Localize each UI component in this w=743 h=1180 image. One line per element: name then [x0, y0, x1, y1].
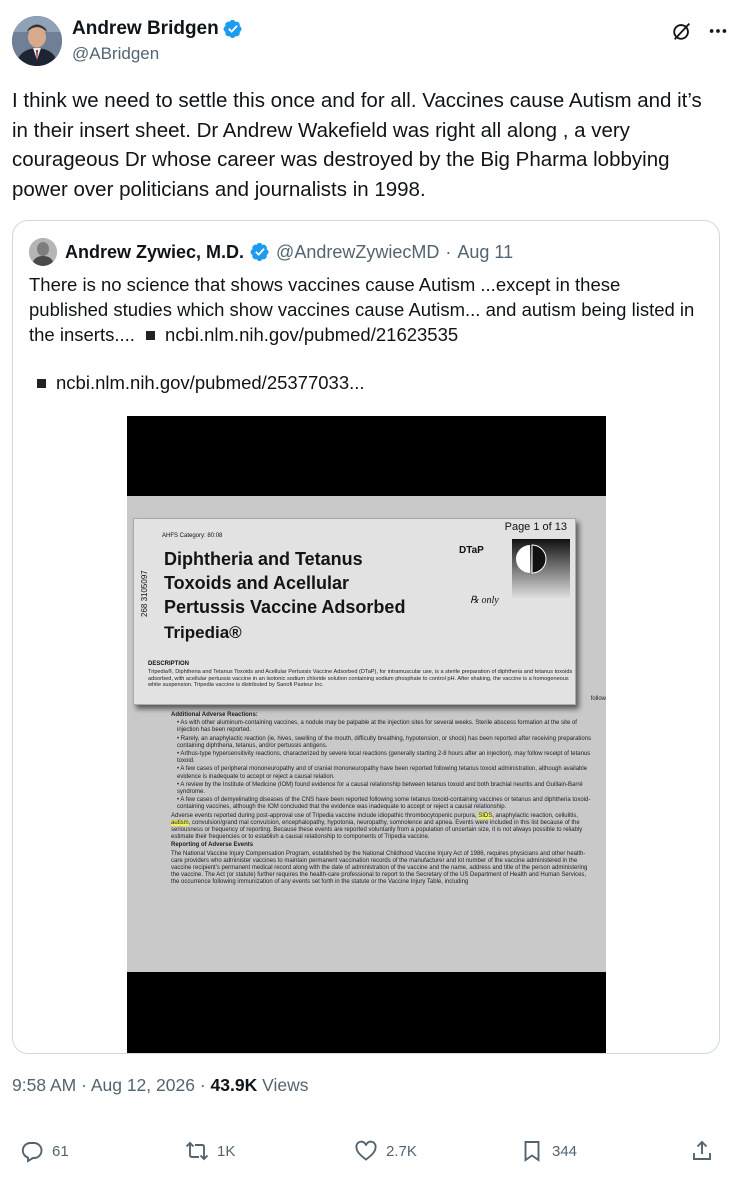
document-bullet: • Arthus-type hypersensitivity reactions…: [177, 751, 591, 765]
quoted-link-2-text[interactable]: ncbi.nlm.nih.gov/pubmed/25377033...: [56, 372, 365, 393]
document-body: Additional Adverse Reactions: • As with …: [171, 712, 595, 888]
quoted-link-1[interactable]: ncbi.nlm.nih.gov/pubmed/21623535: [140, 324, 458, 345]
highlight-sids: SIDS: [478, 812, 493, 819]
verified-badge-icon[interactable]: [223, 19, 243, 39]
quoted-author-avatar[interactable]: [29, 238, 57, 266]
document-section-heading: Reporting of Adverse Events: [171, 842, 254, 849]
action-bar: 61 1K 2.7K 344: [0, 1133, 743, 1169]
quoted-tweet-text: There is no science that shows vaccines …: [29, 272, 699, 347]
postapproval-text: , anaphylactic reaction, cellulitis,: [492, 812, 578, 819]
document-code: 268 3105097: [140, 570, 149, 617]
document-bullet: • A review by the Institute of Medicine …: [177, 781, 583, 796]
document-brand: Tripedia®: [164, 623, 242, 642]
document-header-card: Page 1 of 13 AHFS Category: 80:08 268 31…: [133, 518, 576, 705]
share-icon: [693, 1140, 711, 1160]
reply-button[interactable]: 61: [20, 1133, 69, 1169]
link-square-icon: [37, 379, 46, 389]
document-bullet: • A few cases of peripheral mononeuropat…: [177, 766, 588, 780]
quoted-tweet-date[interactable]: Aug 11: [457, 242, 513, 263]
document-title-line: Toxoids and Acellular: [164, 573, 350, 593]
author-display-name[interactable]: Andrew Bridgen: [72, 18, 219, 40]
bookmark-button[interactable]: 344: [520, 1133, 577, 1169]
bookmark-count: 344: [552, 1142, 578, 1160]
bookmark-icon: [524, 1141, 540, 1162]
like-count: 2.7K: [386, 1142, 417, 1160]
reply-icon: [21, 1142, 43, 1163]
quoted-link-1-text[interactable]: ncbi.nlm.nih.gov/pubmed/21623535: [165, 324, 458, 345]
document-title-line: Diphtheria and Tetanus: [164, 549, 363, 569]
author-avatar[interactable]: [12, 16, 62, 66]
separator-dot: ·: [445, 241, 452, 262]
tweet-time[interactable]: 9:58 AM: [12, 1075, 76, 1095]
grok-icon[interactable]: [671, 20, 693, 42]
tweet-header: Andrew Bridgen @ABridgen: [12, 16, 731, 68]
header-actions: [671, 20, 729, 42]
document-description-heading: DESCRIPTION: [148, 661, 190, 667]
document-bullet: • A few cases of demyelinating diseases …: [177, 797, 591, 811]
separator-dot: ·: [81, 1075, 87, 1095]
quoted-media-image[interactable]: Page 1 of 13 AHFS Category: 80:08 268 31…: [127, 416, 606, 1053]
document-rx-only: ℞ only: [470, 595, 499, 606]
postapproval-text: , convulsion/grand mal convulsion, encep…: [171, 819, 583, 841]
link-square-icon: [146, 331, 156, 341]
quoted-tweet[interactable]: Andrew Zywiec, M.D. @AndrewZywiecMD · Au…: [12, 220, 720, 1054]
document-title: Diphtheria and Tetanus Toxoids and Acell…: [164, 547, 405, 619]
document-logo-icon: [512, 539, 570, 599]
quoted-tweet-header: Andrew Zywiec, M.D. @AndrewZywiecMD · Au…: [29, 237, 513, 267]
like-button[interactable]: 2.7K: [354, 1133, 417, 1169]
document-description: Tripedia®, Diphtheria and Tetanus Toxoid…: [148, 669, 573, 689]
separator-dot: ·: [199, 1075, 206, 1095]
document-section-heading: Additional Adverse Reactions:: [171, 712, 258, 718]
document-reporting-paragraph: The National Vaccine Injury Compensation…: [171, 850, 588, 886]
tweet-text: I think we need to settle this once and …: [12, 89, 702, 201]
document-follow-text: follow: [590, 696, 606, 702]
quoted-verified-badge-icon: [250, 242, 270, 262]
quoted-author-handle[interactable]: @AndrewZywiecMD: [276, 242, 439, 263]
document-ahfs-category: AHFS Category: 80:08: [162, 533, 223, 539]
repost-count: 1K: [217, 1142, 236, 1160]
document-bullet: • Rarely, an anaphylactic reaction (ie, …: [177, 735, 592, 749]
author-handle[interactable]: @ABridgen: [72, 44, 243, 64]
quoted-author-name[interactable]: Andrew Zywiec, M.D.: [65, 242, 244, 263]
author-name-block: Andrew Bridgen @ABridgen: [72, 18, 243, 64]
repost-icon: [185, 1141, 209, 1161]
document-postapproval-paragraph: Adverse events reported during post-appr…: [171, 812, 595, 842]
quoted-link-2[interactable]: ncbi.nlm.nih.gov/pubmed/25377033...: [29, 370, 365, 395]
document-dtap-label: DTaP: [459, 545, 484, 556]
views-label[interactable]: Views: [262, 1075, 308, 1095]
document-scan: Page 1 of 13 AHFS Category: 80:08 268 31…: [127, 496, 606, 972]
tweet-meta: 9:58 AM · Aug 12, 2026 · 43.9K Views: [12, 1075, 308, 1096]
highlight-autism: autism: [171, 819, 189, 826]
document-title-line: Pertussis Vaccine Adsorbed: [164, 597, 406, 617]
reply-count: 61: [52, 1142, 69, 1160]
tweet-date[interactable]: Aug 12, 2026: [91, 1075, 195, 1095]
views-count[interactable]: 43.9K: [211, 1075, 258, 1095]
more-icon[interactable]: [707, 20, 729, 42]
document-page-number: Page 1 of 13: [504, 521, 567, 533]
repost-button[interactable]: 1K: [185, 1133, 235, 1169]
postapproval-text: Adverse events reported during post-appr…: [171, 812, 479, 819]
document-bullet: • As with other aluminum-containing vacc…: [177, 720, 577, 734]
heart-icon: [355, 1140, 377, 1161]
share-button[interactable]: [690, 1133, 714, 1169]
